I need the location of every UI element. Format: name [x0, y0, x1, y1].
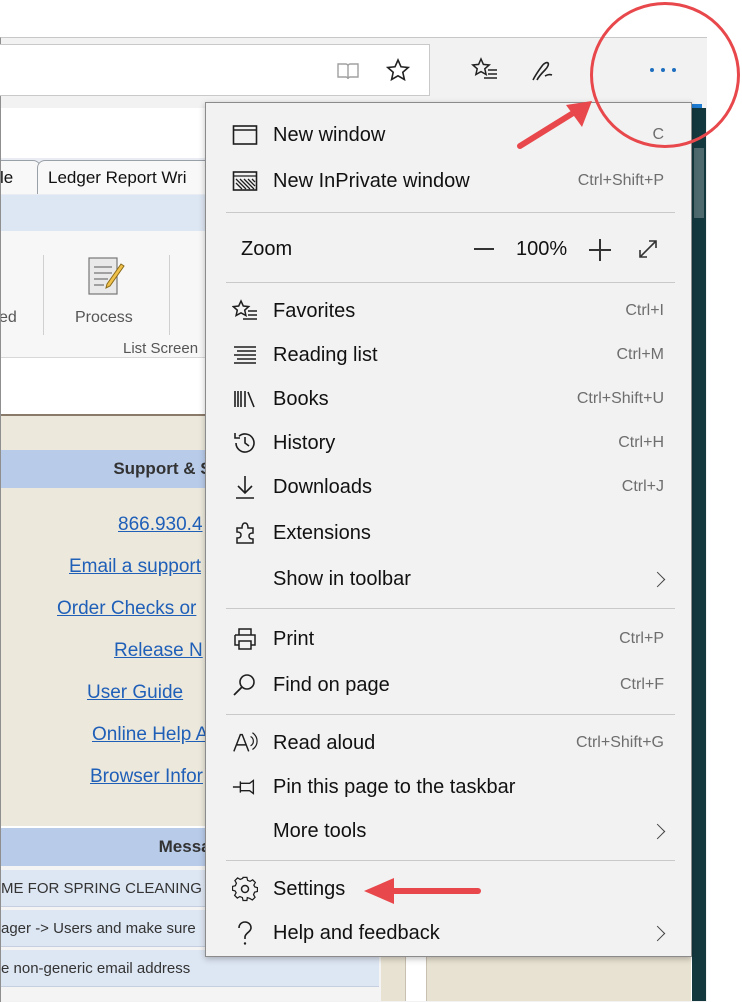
menu-item-help-and-feedback[interactable]: Help and feedback	[206, 911, 691, 955]
favorites-hub-icon[interactable]	[469, 54, 501, 86]
browser-info-link[interactable]: Browser Infor	[90, 766, 203, 788]
zoom-level: 100%	[516, 238, 568, 260]
menu-item-shortcut: Ctrl+J	[621, 478, 664, 495]
ribbon-group-label: List Screen	[123, 340, 199, 357]
support-panel-header: Support & Se	[1, 450, 231, 488]
star-icon[interactable]	[382, 54, 414, 86]
menu-item-shortcut: Ctrl+Shift+U	[576, 390, 664, 407]
download-icon	[232, 474, 258, 500]
settings-and-more-menu: New window C New InPrivate window Ctrl+S…	[205, 102, 692, 957]
history-icon	[232, 430, 258, 456]
menu-item-find-on-page[interactable]: Find on page Ctrl+F	[206, 663, 691, 707]
menu-item-books[interactable]: Books Ctrl+Shift+U	[206, 377, 691, 421]
read-aloud-icon	[232, 730, 258, 756]
menu-item-label: Reading list	[273, 343, 378, 366]
ribbon-divider	[169, 255, 170, 335]
menu-item-shortcut: Ctrl+P	[619, 630, 664, 647]
menu-item-new-inprivate-window[interactable]: New InPrivate window Ctrl+Shift+P	[206, 159, 691, 203]
menu-item-label: Pin this page to the taskbar	[273, 775, 516, 798]
ribbon-process-label[interactable]: Process	[75, 309, 133, 327]
menu-item-label: Favorites	[273, 299, 356, 322]
zoom-label: Zoom	[241, 238, 293, 260]
release-notes-link[interactable]: Release N	[114, 640, 203, 662]
extensions-icon	[232, 520, 258, 546]
menu-item-label: Settings	[273, 877, 346, 900]
user-guide-link[interactable]: User Guide	[87, 682, 183, 704]
chevron-right-icon	[649, 925, 666, 941]
gear-icon	[232, 876, 258, 902]
window-icon	[232, 122, 258, 148]
menu-item-pin-to-taskbar[interactable]: Pin this page to the taskbar	[206, 765, 691, 809]
inprivate-icon	[232, 168, 258, 194]
books-icon	[232, 386, 258, 412]
menu-item-label: Help and feedback	[273, 921, 440, 944]
menu-item-extensions[interactable]: Extensions	[206, 511, 691, 555]
menu-item-label: History	[273, 431, 336, 454]
address-bar[interactable]	[0, 44, 430, 96]
menu-item-label: New InPrivate window	[273, 169, 470, 192]
app-tab-ledger-report[interactable]: Ledger Report Wri	[37, 160, 227, 194]
annotation-arrow-icon	[364, 878, 481, 904]
support-panel: Support & Se 866.930.4 Email a support O…	[1, 416, 232, 826]
scrollbar-thumb[interactable]	[694, 148, 704, 218]
zoom-control: Zoom 100%	[206, 227, 691, 271]
pin-icon	[232, 774, 258, 800]
help-icon	[232, 920, 258, 946]
notes-pen-icon[interactable]	[527, 54, 559, 86]
reading-view-icon[interactable]	[332, 55, 364, 87]
menu-item-shortcut: Ctrl+F	[620, 676, 664, 693]
process-icon[interactable]	[85, 254, 125, 298]
menu-separator	[226, 282, 675, 283]
search-icon	[232, 672, 258, 698]
menu-item-shortcut: Ctrl+H	[618, 434, 664, 451]
chevron-right-icon	[649, 571, 666, 587]
menu-item-show-in-toolbar[interactable]: Show in toolbar	[206, 557, 691, 601]
menu-item-label: Read aloud	[273, 731, 376, 754]
zoom-out-button[interactable]	[474, 248, 494, 250]
fullscreen-icon[interactable]	[637, 238, 659, 260]
reading-list-icon	[232, 342, 258, 368]
menu-item-label: More tools	[273, 819, 367, 842]
page-scrollbar[interactable]	[692, 108, 706, 1001]
ribbon-divider	[43, 255, 44, 335]
menu-item-print[interactable]: Print Ctrl+P	[206, 617, 691, 661]
chevron-right-icon	[649, 823, 666, 839]
online-help-link[interactable]: Online Help A	[92, 724, 208, 746]
order-checks-link[interactable]: Order Checks or	[57, 598, 196, 620]
email-support-link[interactable]: Email a support	[69, 556, 201, 578]
menu-item-label: New window	[273, 123, 386, 146]
menu-item-history[interactable]: History Ctrl+H	[206, 421, 691, 465]
menu-item-label: Find on page	[273, 673, 390, 696]
menu-item-label: Print	[273, 627, 315, 650]
zoom-in-button[interactable]	[589, 239, 611, 261]
menu-item-read-aloud[interactable]: Read aloud Ctrl+Shift+G	[206, 721, 691, 765]
menu-separator	[226, 860, 675, 861]
menu-item-shortcut: Ctrl+I	[625, 302, 664, 319]
menu-item-reading-list[interactable]: Reading list Ctrl+M	[206, 333, 691, 377]
menu-separator	[226, 608, 675, 609]
print-icon	[232, 626, 258, 652]
tab-label: le	[1, 167, 14, 187]
desktop-background	[706, 0, 742, 1001]
menu-item-shortcut: Ctrl+Shift+G	[575, 734, 664, 751]
menu-item-shortcut: Ctrl+M	[616, 346, 664, 363]
ribbon-item-label[interactable]: ed	[1, 309, 17, 327]
tab-label: Ledger Report Wri	[48, 167, 187, 187]
menu-item-label: Show in toolbar	[273, 567, 411, 590]
menu-separator	[226, 714, 675, 715]
menu-item-favorites[interactable]: Favorites Ctrl+I	[206, 289, 691, 333]
menu-item-more-tools[interactable]: More tools	[206, 809, 691, 853]
menu-separator	[226, 212, 675, 213]
annotation-circle	[590, 2, 740, 148]
messages-header: Messag	[1, 828, 231, 866]
menu-item-label: Extensions	[273, 521, 371, 544]
menu-item-shortcut: Ctrl+Shift+P	[577, 172, 664, 189]
favorites-icon	[232, 298, 258, 324]
menu-item-label: Downloads	[273, 475, 372, 498]
app-tab[interactable]: le	[1, 160, 41, 194]
menu-item-label: Books	[273, 387, 329, 410]
menu-item-downloads[interactable]: Downloads Ctrl+J	[206, 465, 691, 509]
support-phone-link[interactable]: 866.930.4	[118, 514, 203, 536]
annotation-arrow-icon	[517, 101, 592, 149]
